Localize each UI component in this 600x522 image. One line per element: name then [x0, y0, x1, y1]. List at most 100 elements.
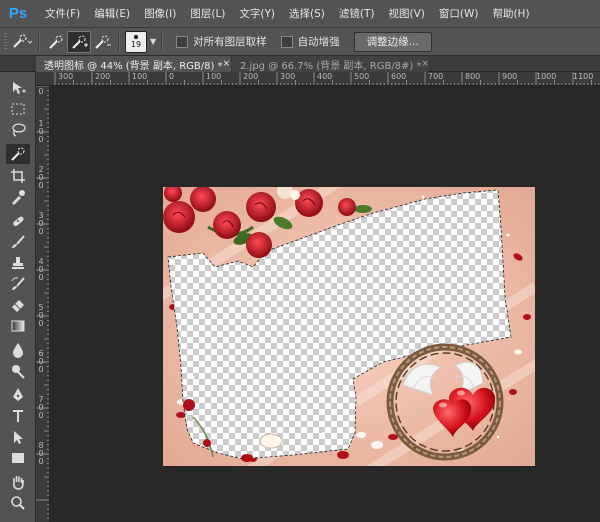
ruler-label: 700 [428, 72, 444, 81]
options-separator [161, 32, 164, 51]
menu-select[interactable]: 选择(S) [282, 6, 332, 21]
ruler-label: 100 [132, 72, 148, 81]
eyedropper-tool[interactable] [6, 187, 30, 207]
options-grip[interactable] [4, 32, 7, 51]
menu-filter[interactable]: 滤镜(T) [332, 6, 382, 21]
vertical-ruler[interactable]: 0 1 0 0 2 0 0 3 0 0 4 0 0 5 0 0 6 0 0 7 … [36, 86, 50, 522]
ruler-label: 1 0 0 [38, 119, 44, 144]
brush-new-icon [49, 35, 63, 49]
auto-enhance-checkbox[interactable] [280, 35, 293, 48]
gradient-tool[interactable] [6, 316, 30, 336]
document-tab[interactable]: 2.jpg @ 66.7% (背景 副本, RGB/8#) * × [232, 56, 430, 72]
document-tab-label: 2.jpg @ 66.7% (背景 副本, RGB/8#) * [240, 60, 422, 72]
ruler-label: 5 0 0 [38, 303, 44, 328]
lasso-tool[interactable] [6, 120, 30, 140]
close-icon[interactable]: × [422, 59, 430, 69]
shape-icon [12, 453, 24, 463]
canvas-artwork [163, 187, 535, 466]
toolbox: » [0, 56, 36, 522]
auto-enhance-label: 自动增强 [297, 36, 340, 48]
quick-selection-tool[interactable] [6, 144, 30, 164]
brush-add-icon [72, 35, 88, 49]
ruler-label: 1100 [573, 72, 594, 81]
add-to-selection-button[interactable] [67, 30, 91, 53]
brush-size-picker[interactable]: 19 [125, 30, 147, 53]
zoom-icon [11, 496, 25, 510]
ruler-label: 0 [169, 72, 175, 81]
gradient-icon [11, 320, 25, 332]
type-icon [13, 410, 23, 422]
horizontal-ruler[interactable]: 300 200 100 0 100 200 300 400 500 600 70… [36, 72, 600, 86]
document-canvas[interactable] [163, 187, 535, 466]
menu-help[interactable]: 帮助(H) [485, 6, 536, 21]
document-tab-label: 透明图标 @ 44% (背景 副本, RGB/8) * [44, 60, 223, 72]
dodge-icon [12, 365, 25, 379]
healing-tool[interactable] [6, 211, 30, 231]
move-icon [13, 82, 26, 94]
menu-file[interactable]: 文件(F) [38, 6, 87, 21]
subtract-from-selection-button[interactable] [91, 32, 113, 52]
menu-bar: Ps 文件(F) 编辑(E) 图像(I) 图层(L) 文字(Y) 选择(S) 滤… [0, 0, 600, 28]
ruler-label: 400 [317, 72, 333, 81]
ruler-label: 1000 [536, 72, 557, 81]
pen-icon [13, 388, 23, 401]
move-tool[interactable] [6, 78, 30, 98]
hand-tool[interactable] [6, 472, 30, 492]
document-tab-bar: 透明图标 @ 44% (背景 副本, RGB/8) * × 2.jpg @ 66… [0, 56, 600, 72]
options-separator [118, 32, 120, 51]
healing-icon [13, 216, 24, 227]
ruler-label: 4 0 0 [38, 257, 44, 282]
sample-all-layers-checkbox[interactable] [176, 35, 189, 48]
ruler-label: 0 [38, 87, 44, 96]
pen-tool[interactable] [6, 385, 30, 405]
menu-type[interactable]: 文字(Y) [232, 6, 282, 21]
blur-tool[interactable] [6, 340, 30, 360]
history-brush-tool[interactable] [6, 274, 30, 294]
eraser-tool[interactable] [6, 295, 30, 315]
blur-icon [13, 343, 23, 358]
ruler-label: 800 [465, 72, 481, 81]
eyedropper-icon [12, 190, 25, 205]
photoshop-logo: Ps [8, 5, 28, 22]
crop-icon [11, 169, 25, 183]
menu-view[interactable]: 视图(V) [381, 6, 431, 21]
dodge-tool[interactable] [6, 361, 30, 381]
path-select-tool[interactable] [6, 427, 30, 447]
quick-selection-preset-icon [13, 33, 33, 48]
refine-edge-button[interactable]: 调整边缘... [353, 31, 432, 52]
close-icon[interactable]: × [223, 59, 231, 69]
ruler-label: 300 [58, 72, 74, 81]
ruler-label: 7 0 0 [38, 395, 44, 420]
new-selection-mode-button[interactable] [45, 32, 67, 52]
marquee-icon [11, 103, 25, 115]
marquee-tool[interactable] [6, 99, 30, 119]
menu-window[interactable]: 窗口(W) [432, 6, 486, 21]
type-tool[interactable] [6, 406, 30, 426]
hand-icon [13, 476, 24, 490]
ruler-label: 200 [243, 72, 259, 81]
zoom-tool[interactable] [6, 493, 30, 513]
ruler-label: 200 [95, 72, 111, 81]
ruler-label: 600 [391, 72, 407, 81]
document-tab-active[interactable]: 透明图标 @ 44% (背景 副本, RGB/8) * × [36, 56, 231, 72]
history-brush-icon [11, 277, 25, 290]
menu-image[interactable]: 图像(I) [137, 6, 183, 21]
options-separator [38, 32, 40, 51]
eraser-icon [12, 300, 24, 312]
shape-tool[interactable] [6, 448, 30, 468]
menu-edit[interactable]: 编辑(E) [87, 6, 137, 21]
stamp-icon [12, 257, 24, 269]
brush-subtract-icon [95, 35, 111, 49]
crop-tool[interactable] [6, 166, 30, 186]
path-select-icon [14, 431, 23, 444]
chevron-down-icon[interactable]: ▼ [150, 37, 156, 46]
brush-tool[interactable] [6, 232, 30, 252]
tool-preset-picker[interactable] [11, 32, 33, 52]
ruler-label: 8 0 0 [38, 441, 44, 466]
menu-layer[interactable]: 图层(L) [183, 6, 232, 21]
stamp-tool[interactable] [6, 253, 30, 273]
lasso-icon [12, 123, 26, 137]
ruler-label: 300 [280, 72, 296, 81]
ruler-label: 900 [502, 72, 518, 81]
sample-all-layers-label: 对所有图层取样 [193, 36, 267, 48]
